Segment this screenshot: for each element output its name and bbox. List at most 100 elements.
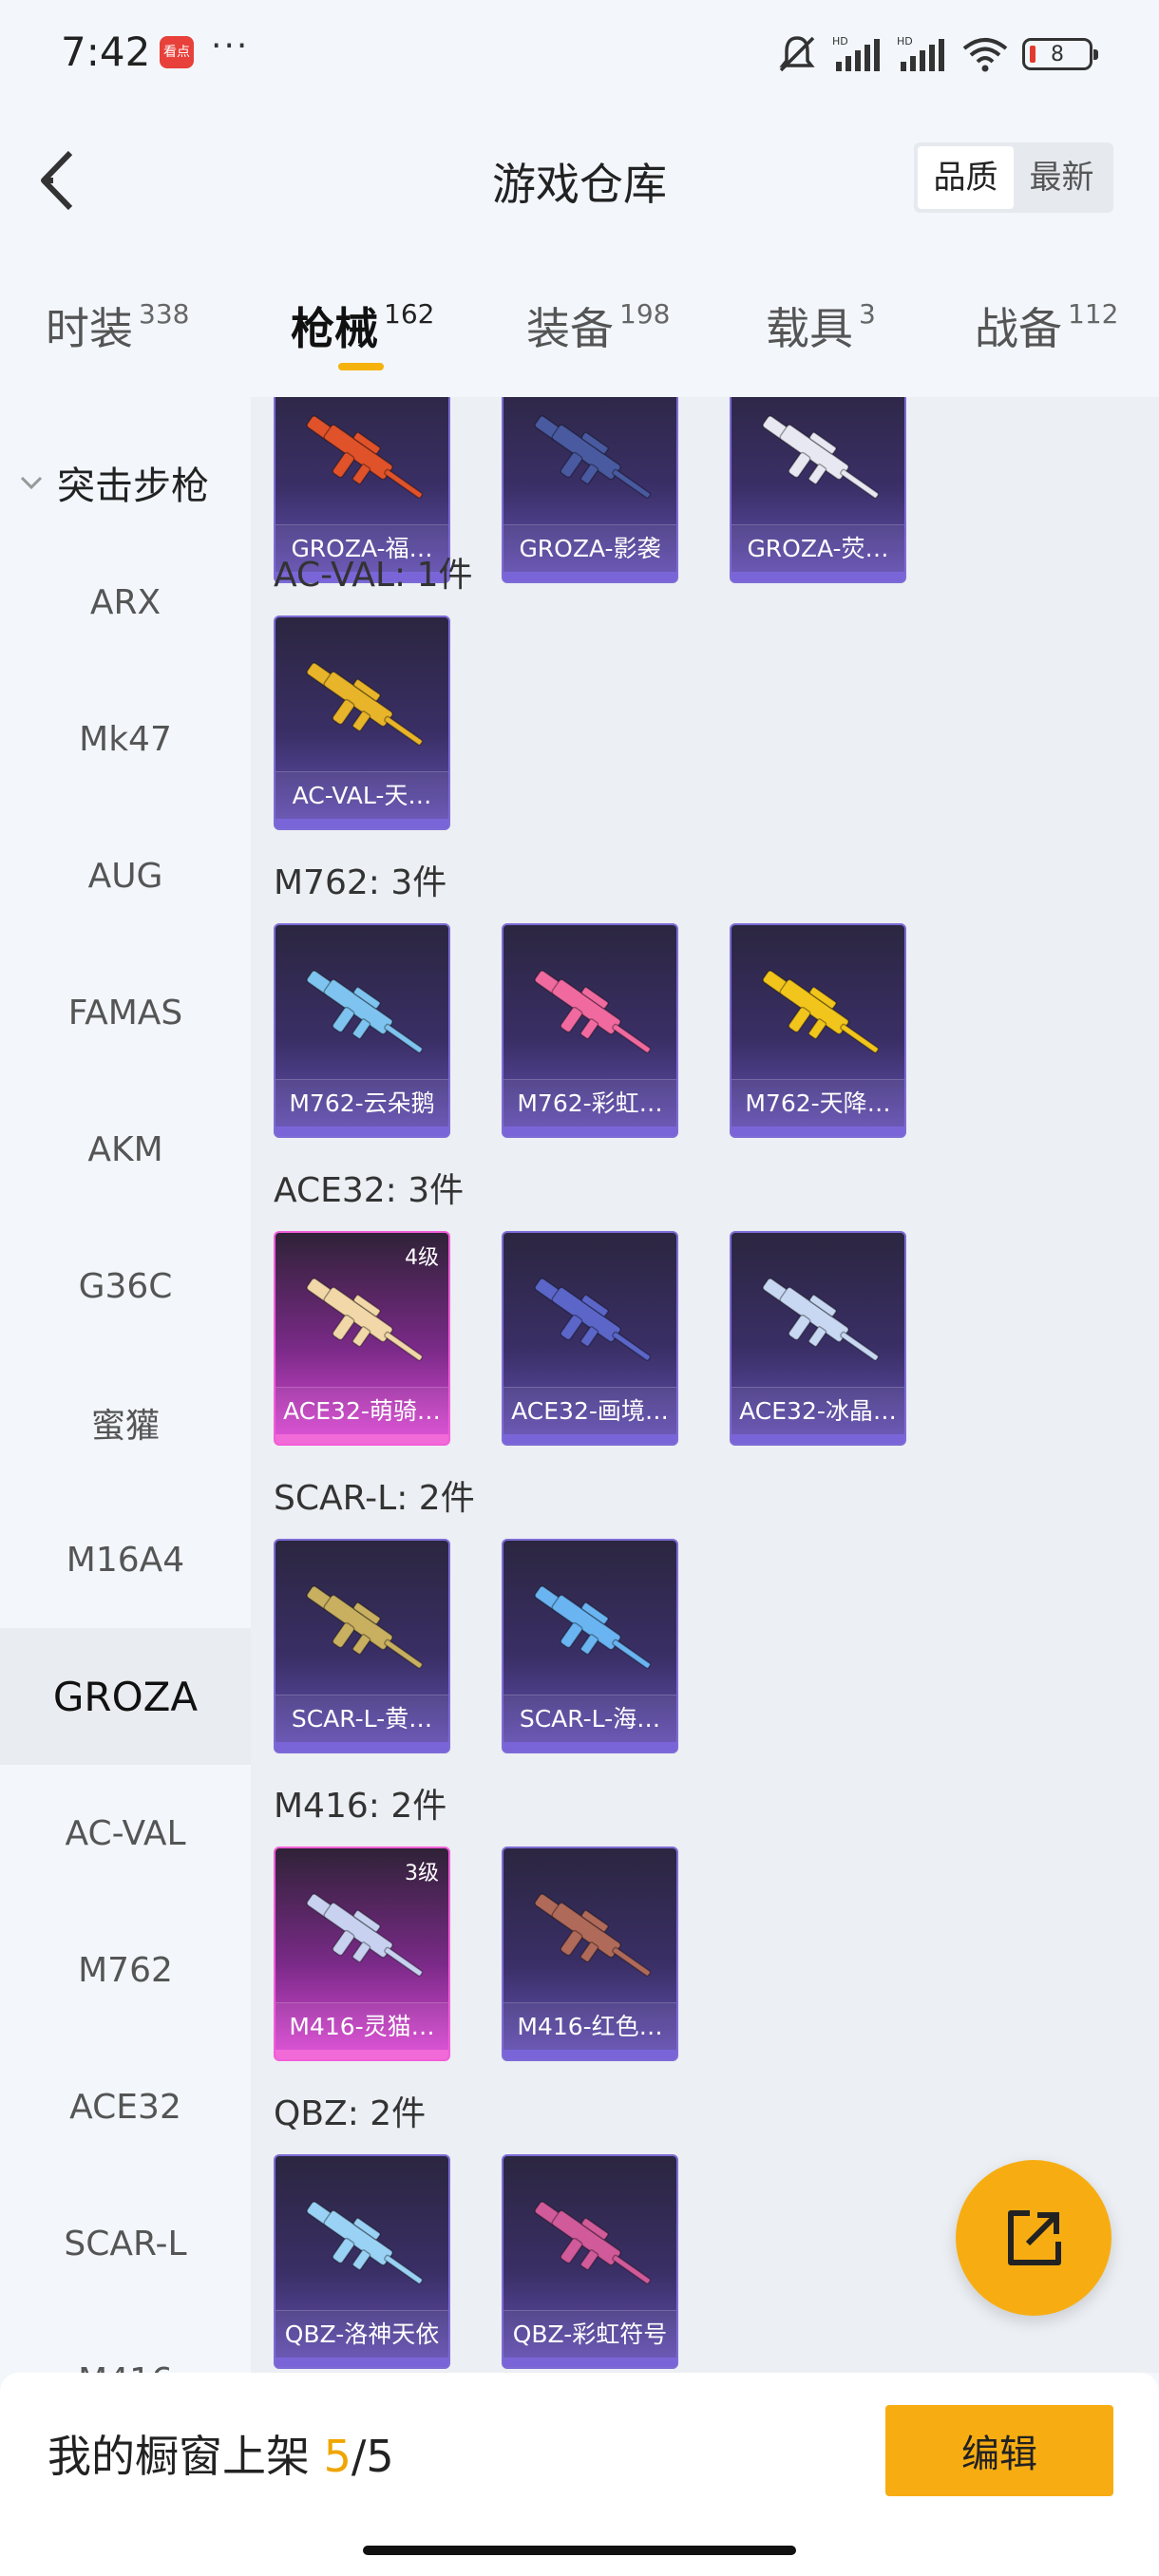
status-bar: 7:42 看点 ··· HD HD 8 [0, 0, 1159, 104]
status-time: 7:42 [61, 28, 151, 75]
weapon-skin-image [534, 415, 652, 499]
weapon-card-label: GROZA-荧… [732, 524, 904, 572]
weapon-skin-image [534, 1278, 652, 1361]
home-indicator[interactable] [363, 2546, 796, 2555]
app-header: 游戏仓库 品质 最新 [0, 104, 1159, 247]
section-title: ACE32: 3件 [274, 1171, 465, 1210]
rarity-bar [504, 1434, 676, 1444]
weapon-card-label: GROZA-影袭 [504, 524, 676, 572]
tab-battle-gear[interactable]: 战备 112 [975, 294, 1118, 357]
sidebar-group-assault-rifles[interactable]: 突击步枪 [0, 435, 251, 530]
tab-count: 112 [1068, 298, 1119, 330]
tab-label: 装备 [526, 303, 614, 354]
rarity-bar [276, 1434, 448, 1444]
weapon-card[interactable]: QBZ-彩虹符号 [502, 2154, 678, 2369]
weapon-card[interactable]: SCAR-L-海… [502, 1539, 678, 1753]
tab-vehicles[interactable]: 载具 3 [766, 294, 876, 357]
sidebar-item-scar-l[interactable]: SCAR-L [0, 2175, 251, 2312]
weapon-grid: GROZA-福… GROZA-影袭 GROZA-荧… AC-VAL: 1件 AC-VAL… [251, 397, 1159, 2373]
rarity-bar [732, 572, 904, 581]
tab-label: 载具 [766, 303, 853, 354]
battery-icon: 8 [1022, 38, 1098, 70]
rarity-bar [276, 1742, 448, 1752]
weapon-card[interactable]: ACE32-冰晶… [730, 1231, 906, 1446]
weapon-card-label: AC-VAL-天… [276, 771, 448, 819]
weapon-card[interactable]: SCAR-L-黄… [274, 1539, 450, 1753]
weapon-card[interactable]: M762-云朵鹅 [274, 923, 450, 1138]
weapon-card[interactable]: GROZA-荧… [730, 397, 906, 583]
weapon-skin-image [762, 415, 880, 499]
category-tabs: 时装 338 枪械 162 装备 198 载具 3 战备 112 [0, 275, 1159, 389]
rarity-bar [504, 2050, 676, 2059]
weapon-card[interactable]: 4级 ACE32-萌骑… [274, 1231, 450, 1446]
tab-firearms[interactable]: 枪械 162 [291, 294, 434, 357]
sidebar-item-ac-val[interactable]: AC-VAL [0, 1765, 251, 1902]
weapon-card[interactable]: M762-天降… [730, 923, 906, 1138]
tab-count: 198 [619, 298, 671, 330]
weapon-skin-image [534, 1585, 652, 1669]
edit-button[interactable]: 编辑 [885, 2405, 1113, 2496]
sidebar-item-famas[interactable]: FAMAS [0, 944, 251, 1081]
showcase-total: /5 [351, 2431, 394, 2482]
sidebar-item-mk47[interactable]: Mk47 [0, 671, 251, 807]
rarity-bar [504, 1127, 676, 1136]
tab-label: 枪械 [291, 303, 378, 354]
weapon-skin-image [762, 1278, 880, 1361]
tab-fashion[interactable]: 时装 338 [46, 294, 189, 357]
rarity-bar [732, 1434, 904, 1444]
rarity-bar [504, 1742, 676, 1752]
weapon-card[interactable]: GROZA-影袭 [502, 397, 678, 583]
level-badge: 3级 [405, 1862, 439, 1885]
rarity-bar [276, 819, 448, 828]
weapon-card[interactable]: 3级 M416-灵猫… [274, 1847, 450, 2061]
sort-quality-button[interactable]: 品质 [918, 146, 1014, 209]
weapon-card-label: QBZ-洛神天依 [276, 2310, 448, 2358]
weapon-card[interactable]: QBZ-洛神天依 [274, 2154, 450, 2369]
active-tab-indicator [338, 363, 384, 370]
sidebar-item-akm[interactable]: AKM [0, 1081, 251, 1218]
weapon-card[interactable]: M416-红色… [502, 1847, 678, 2061]
share-external-icon [1008, 2210, 1061, 2265]
rarity-bar [276, 1127, 448, 1136]
weapon-skin-image [534, 1893, 652, 1977]
signal-icon-2: HD [897, 35, 944, 71]
more-notifications-icon: ··· [211, 27, 250, 66]
sort-latest-button[interactable]: 最新 [1014, 146, 1110, 209]
weapon-card-label: QBZ-彩虹符号 [504, 2310, 676, 2358]
svg-text:HD: HD [832, 35, 848, 47]
sidebar-item-groza[interactable]: GROZA [0, 1628, 251, 1765]
sidebar-item-m16a4[interactable]: M16A4 [0, 1491, 251, 1628]
weapon-card[interactable]: AC-VAL-天… [274, 616, 450, 830]
weapon-card-label: SCAR-L-黄… [276, 1695, 448, 1742]
share-button[interactable] [956, 2160, 1112, 2316]
weapon-skin-image [306, 1893, 424, 1977]
tab-count: 338 [139, 298, 190, 330]
level-badge: 4级 [405, 1246, 439, 1270]
weapon-skin-image [306, 415, 424, 499]
sidebar-item-m762[interactable]: M762 [0, 1902, 251, 2038]
tab-equipment[interactable]: 装备 198 [526, 294, 670, 357]
weapon-card-label: M762-彩虹… [504, 1079, 676, 1127]
sidebar-item-aug[interactable]: AUG [0, 807, 251, 944]
section-title: AC-VAL: 1件 [274, 556, 473, 595]
rarity-bar [504, 572, 676, 581]
section-title: SCAR-L: 2件 [274, 1479, 475, 1518]
svg-text:HD: HD [897, 35, 913, 47]
rarity-bar [732, 1127, 904, 1136]
weapon-card-label: M416-灵猫… [276, 2002, 448, 2050]
sidebar-item-honey-badger[interactable]: 蜜獾 [0, 1354, 251, 1491]
sidebar-item-ace32[interactable]: ACE32 [0, 2038, 251, 2175]
sidebar-item-g36c[interactable]: G36C [0, 1218, 251, 1354]
showcase-status: 我的橱窗上架 5/5 [48, 2422, 394, 2485]
weapon-skin-image [306, 2201, 424, 2284]
rarity-bar [276, 2358, 448, 2367]
rarity-bar [276, 2050, 448, 2059]
sidebar-item-m416[interactable]: M416 [0, 2312, 251, 2374]
tab-label: 时装 [46, 303, 133, 354]
weapon-card-label: ACE32-冰晶… [732, 1387, 904, 1434]
weapon-card[interactable]: ACE32-画境… [502, 1231, 678, 1446]
weapon-skin-image [306, 970, 424, 1053]
weapon-card[interactable]: M762-彩虹… [502, 923, 678, 1138]
sidebar-item-arx[interactable]: ARX [0, 534, 251, 671]
section-title: M416: 2件 [274, 1787, 447, 1826]
